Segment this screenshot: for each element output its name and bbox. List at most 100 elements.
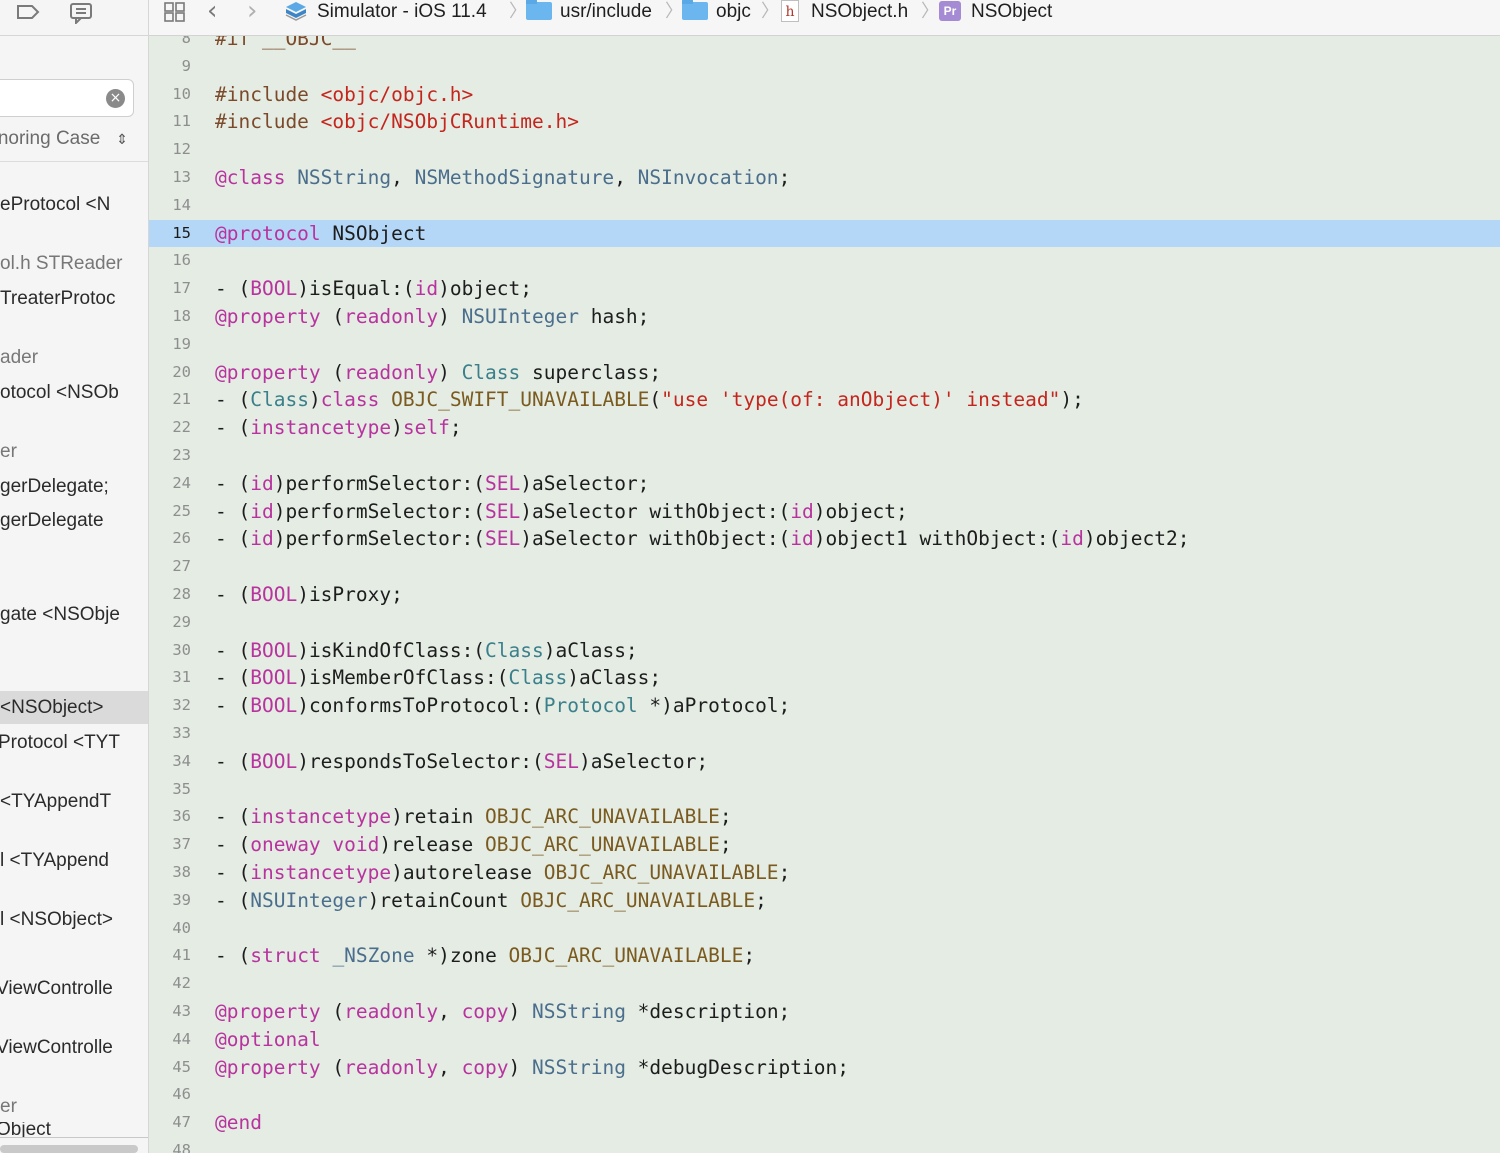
code-line[interactable]: 43 @property (readonly, copy) NSString *d…: [149, 998, 1500, 1026]
code-line[interactable]: 34 - (BOOL)respondsToSelector:(SEL)aSelec…: [149, 748, 1500, 776]
search-result-item[interactable]: l <TYAppend: [0, 844, 148, 877]
line-number[interactable]: 21: [149, 386, 191, 414]
code-line[interactable]: 38 - (instancetype)autorelease OBJC_ARC_U…: [149, 859, 1500, 887]
code-line[interactable]: 22 - (instancetype)self;: [149, 414, 1500, 442]
search-result-item[interactable]: TreaterProtoc: [0, 282, 148, 315]
code-line[interactable]: 31 - (BOOL)isMemberOfClass:(Class)aClass;: [149, 664, 1500, 692]
navigator-search-field[interactable]: ×: [0, 79, 134, 117]
search-result-item-selected[interactable]: <NSObject>: [0, 691, 148, 724]
line-number[interactable]: 44: [149, 1026, 191, 1054]
scheme-destination-label[interactable]: Simulator - iOS 11.4: [317, 0, 487, 24]
line-number[interactable]: 10: [149, 81, 191, 109]
code-text[interactable]: - (id)performSelector:(SEL)aSelector;: [215, 470, 649, 498]
line-number[interactable]: 36: [149, 803, 191, 831]
code-text[interactable]: - (BOOL)conformsToProtocol:(Protocol *)a…: [215, 692, 790, 720]
code-line[interactable]: 27: [149, 553, 1500, 581]
line-number[interactable]: 47: [149, 1109, 191, 1137]
code-line[interactable]: 14: [149, 192, 1500, 220]
code-text[interactable]: - (Class)class OBJC_SWIFT_UNAVAILABLE("u…: [215, 386, 1084, 414]
search-result-item[interactable]: eProtocol <N: [0, 188, 148, 221]
line-number[interactable]: 39: [149, 887, 191, 915]
code-line[interactable]: 21 - (Class)class OBJC_SWIFT_UNAVAILABLE(…: [149, 386, 1500, 414]
code-text[interactable]: - (struct _NSZone *)zone OBJC_ARC_UNAVAI…: [215, 942, 755, 970]
line-number[interactable]: 31: [149, 664, 191, 692]
search-result-file[interactable]: ol.h STReader: [0, 247, 148, 280]
line-number[interactable]: 20: [149, 359, 191, 387]
code-text[interactable]: #include <objc/objc.h>: [215, 81, 473, 109]
line-number[interactable]: 38: [149, 859, 191, 887]
line-number[interactable]: 42: [149, 970, 191, 998]
line-number[interactable]: 15: [149, 220, 191, 248]
code-line[interactable]: 10 #include <objc/objc.h>: [149, 81, 1500, 109]
line-number[interactable]: 34: [149, 748, 191, 776]
search-result-file[interactable]: er: [0, 435, 148, 468]
code-line[interactable]: 19: [149, 331, 1500, 359]
line-number[interactable]: 30: [149, 637, 191, 665]
line-number[interactable]: 33: [149, 720, 191, 748]
code-text[interactable]: - (oneway void)release OBJC_ARC_UNAVAILA…: [215, 831, 732, 859]
code-line[interactable]: 25- (id)performSelector:(SEL)aSelector w…: [149, 498, 1500, 526]
code-line[interactable]: 23: [149, 442, 1500, 470]
line-number[interactable]: 25: [149, 498, 191, 526]
code-text[interactable]: @optional: [215, 1026, 321, 1054]
breadcrumb-usr-include[interactable]: usr/include: [560, 0, 652, 24]
code-line[interactable]: 26 - (id)performSelector:(SEL)aSelector w…: [149, 525, 1500, 553]
code-text[interactable]: - (BOOL)isProxy;: [215, 581, 403, 609]
code-line[interactable]: 47 @end: [149, 1109, 1500, 1137]
line-number[interactable]: 27: [149, 553, 191, 581]
code-line[interactable]: 11 #include <objc/NSObjCRuntime.h>: [149, 108, 1500, 136]
code-line[interactable]: 18 @property (readonly) NSUInteger hash;: [149, 303, 1500, 331]
code-line[interactable]: 12: [149, 136, 1500, 164]
line-number[interactable]: 8: [149, 36, 191, 53]
code-text[interactable]: @property (readonly) NSUInteger hash;: [215, 303, 649, 331]
code-line[interactable]: 41 - (struct _NSZone *)zone OBJC_ARC_UNAV…: [149, 942, 1500, 970]
case-sensitivity-select[interactable]: Ignoring Case ⇕: [0, 128, 128, 150]
line-number[interactable]: 48: [149, 1137, 191, 1153]
code-text[interactable]: #if __OBJC__: [215, 36, 356, 53]
code-line[interactable]: 39 - (NSUInteger)retainCount OBJC_ARC_UNA…: [149, 887, 1500, 915]
code-line[interactable]: 17 - (BOOL)isEqual:(id)object;: [149, 275, 1500, 303]
code-text[interactable]: @property (readonly) Class superclass;: [215, 359, 661, 387]
search-result-item[interactable]: ViewControlle: [0, 972, 148, 1005]
line-number[interactable]: 26: [149, 525, 191, 553]
related-items-icon[interactable]: [163, 1, 187, 27]
code-text[interactable]: - (NSUInteger)retainCount OBJC_ARC_UNAVA…: [215, 887, 767, 915]
clear-search-icon[interactable]: ×: [106, 89, 125, 108]
code-line[interactable]: 28 - (BOOL)isProxy;: [149, 581, 1500, 609]
line-number[interactable]: 16: [149, 247, 191, 275]
line-number[interactable]: 41: [149, 942, 191, 970]
search-result-item[interactable]: gate <NSObje: [0, 598, 148, 631]
code-text[interactable]: - (BOOL)isMemberOfClass:(Class)aClass;: [215, 664, 661, 692]
code-line[interactable]: 32 - (BOOL)conformsToProtocol:(Protocol *…: [149, 692, 1500, 720]
code-text[interactable]: - (instancetype)autorelease OBJC_ARC_UNA…: [215, 859, 790, 887]
line-number[interactable]: 14: [149, 192, 191, 220]
line-number[interactable]: 13: [149, 164, 191, 192]
line-number[interactable]: 40: [149, 915, 191, 943]
code-line[interactable]: 13 @class NSString, NSMethodSignature, NS…: [149, 164, 1500, 192]
search-result-file[interactable]: er: [0, 1090, 148, 1123]
forward-arrow-icon[interactable]: ›: [247, 0, 257, 24]
code-line[interactable]: 45 @property (readonly, copy) NSString *d…: [149, 1054, 1500, 1082]
line-number[interactable]: 46: [149, 1081, 191, 1109]
line-number[interactable]: 43: [149, 998, 191, 1026]
line-number[interactable]: 19: [149, 331, 191, 359]
code-line[interactable]: 20 @property (readonly) Class superclass;: [149, 359, 1500, 387]
search-result-file[interactable]: ader: [0, 341, 148, 374]
line-number[interactable]: 11: [149, 108, 191, 136]
search-result-item[interactable]: <TYAppendT: [0, 785, 148, 818]
horizontal-scrollbar[interactable]: [0, 1145, 138, 1153]
line-number[interactable]: 24: [149, 470, 191, 498]
code-line[interactable]: 37 - (oneway void)release OBJC_ARC_UNAVAI…: [149, 831, 1500, 859]
line-number[interactable]: 9: [149, 53, 191, 81]
code-line[interactable]: 42: [149, 970, 1500, 998]
code-text[interactable]: - (id)performSelector:(SEL)aSelector wit…: [215, 525, 1190, 553]
code-text[interactable]: - (BOOL)isKindOfClass:(Class)aClass;: [215, 637, 638, 665]
code-text[interactable]: - (BOOL)isEqual:(id)object;: [215, 275, 532, 303]
line-number[interactable]: 37: [149, 831, 191, 859]
code-text[interactable]: @protocol NSObject: [215, 220, 426, 248]
source-editor[interactable]: 8 #if __OBJC__ 9 10 #include <objc/objc.h> 11…: [149, 36, 1500, 1153]
code-line[interactable]: 16: [149, 247, 1500, 275]
code-line[interactable]: 35: [149, 776, 1500, 804]
search-result-item[interactable]: l <NSObject>: [0, 903, 148, 936]
code-line[interactable]: 24 - (id)performSelector:(SEL)aSelector;: [149, 470, 1500, 498]
